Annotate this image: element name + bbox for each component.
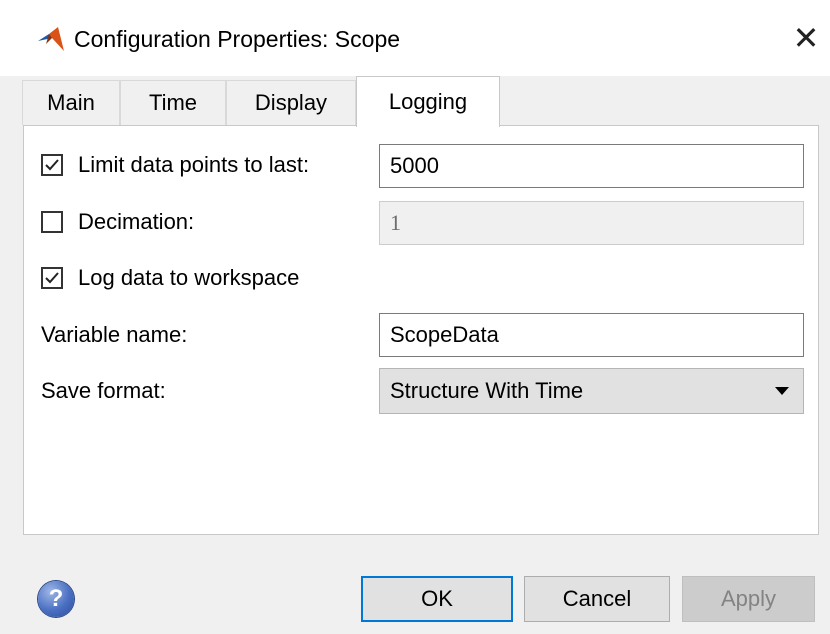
tab-main[interactable]: Main xyxy=(22,80,120,125)
log-to-workspace-label: Log data to workspace xyxy=(78,265,300,290)
window-title: Configuration Properties: Scope xyxy=(74,26,401,52)
decimation-checkbox[interactable] xyxy=(41,211,63,233)
dialog-body: Main Time Display Logging Limit data poi… xyxy=(0,76,830,634)
help-icon[interactable]: ? xyxy=(38,581,74,617)
checkmark-icon xyxy=(45,159,59,171)
cancel-button[interactable]: Cancel xyxy=(524,576,670,622)
logging-panel: Limit data points to last: 5000 Decimati… xyxy=(23,125,819,535)
checkmark-icon xyxy=(45,272,59,284)
chevron-down-icon xyxy=(775,387,789,395)
save-format-label: Save format: xyxy=(41,378,166,403)
tab-logging[interactable]: Logging xyxy=(356,76,500,127)
tab-strip: Main Time Display Logging xyxy=(0,76,830,127)
close-icon[interactable]: ✕ xyxy=(786,18,826,58)
tab-display[interactable]: Display xyxy=(226,80,356,125)
save-format-dropdown[interactable]: Structure With Time xyxy=(379,368,804,414)
log-to-workspace-checkbox[interactable] xyxy=(41,267,63,289)
apply-button: Apply xyxy=(682,576,815,622)
decimation-input: 1 xyxy=(379,201,804,245)
limit-data-points-label: Limit data points to last: xyxy=(78,152,310,177)
limit-data-points-input[interactable]: 5000 xyxy=(379,144,804,188)
variable-name-input[interactable]: ScopeData xyxy=(379,313,804,357)
decimation-label: Decimation: xyxy=(78,209,195,234)
tab-time[interactable]: Time xyxy=(120,80,226,125)
title-bar: Configuration Properties: Scope ✕ xyxy=(0,0,830,76)
ok-button[interactable]: OK xyxy=(361,576,513,622)
limit-data-points-checkbox[interactable] xyxy=(41,154,63,176)
matlab-logo-icon xyxy=(38,27,64,51)
variable-name-label: Variable name: xyxy=(41,322,188,347)
save-format-value: Structure With Time xyxy=(390,378,584,403)
